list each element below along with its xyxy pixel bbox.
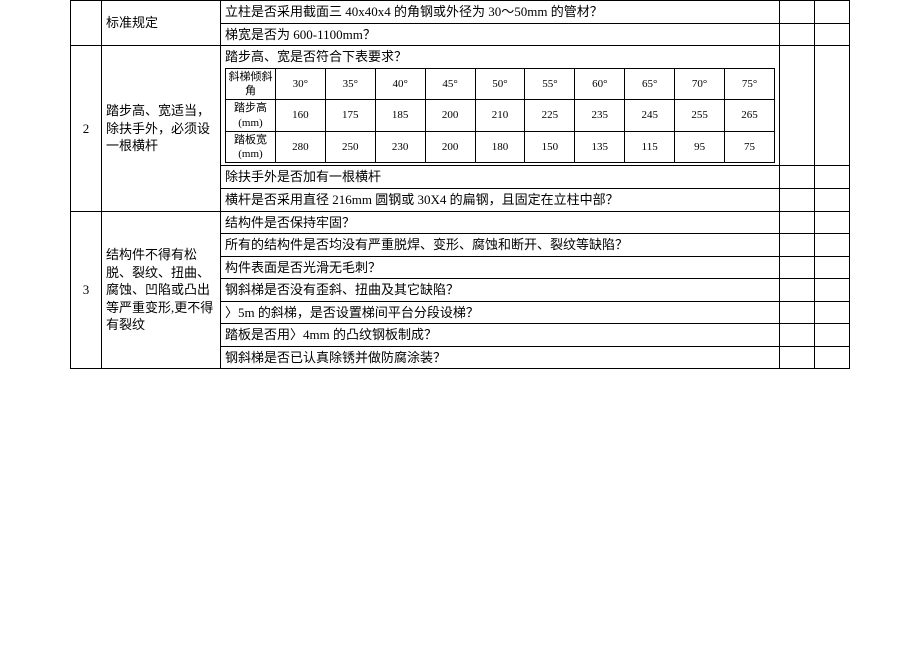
row3-q5-chk1 — [780, 301, 815, 324]
inner-height: 200 — [425, 100, 475, 132]
inner-angle: 35° — [325, 68, 375, 100]
inner-height: 160 — [275, 100, 325, 132]
row3-q1-chk1 — [780, 211, 815, 234]
table-row: 2 踏步高、宽适当，除扶手外，必须设一根横杆 踏步高、宽是否符合下表要求？ 斜梯… — [71, 46, 850, 166]
row3-q6: 踏板是否用〉4mm 的凸纹钢板制成？ — [221, 324, 780, 347]
row3-q1: 结构件是否保持牢固？ — [221, 211, 780, 234]
inner-width: 135 — [575, 131, 625, 163]
row3-q3: 构件表面是否光滑无毛刺？ — [221, 256, 780, 279]
row3-requirement: 结构件不得有松脱、裂纹、扭曲、腐蚀、凹陷或凸出等严重变形,更不得有裂纹 — [102, 211, 221, 369]
row3-q6-chk2 — [815, 324, 850, 347]
row3-index: 3 — [71, 211, 102, 369]
row3-q4: 钢斜梯是否没有歪斜、扭曲及其它缺陷？ — [221, 279, 780, 302]
row1-q1-chk2 — [815, 1, 850, 24]
inner-height: 210 — [475, 100, 525, 132]
inner-angle: 40° — [375, 68, 425, 100]
row3-q4-chk1 — [780, 279, 815, 302]
inner-height: 185 — [375, 100, 425, 132]
inner-height: 175 — [325, 100, 375, 132]
inner-height: 255 — [675, 100, 725, 132]
row3-q7-chk1 — [780, 346, 815, 369]
row3-q5: 〉5m 的斜梯，是否设置梯间平台分段设梯？ — [221, 301, 780, 324]
inner-height: 265 — [725, 100, 775, 132]
row1-q2-chk1 — [780, 23, 815, 46]
inner-width: 115 — [625, 131, 675, 163]
inner-angle: 55° — [525, 68, 575, 100]
inner-width: 75 — [725, 131, 775, 163]
table-row: 3 结构件不得有松脱、裂纹、扭曲、腐蚀、凹陷或凸出等严重变形,更不得有裂纹 结构… — [71, 211, 850, 234]
inner-width: 230 — [375, 131, 425, 163]
step-dimensions-table: 斜梯倾斜角 30° 35° 40° 45° 50° 55° 60° 65° 70… — [225, 68, 775, 164]
row3-q3-chk1 — [780, 256, 815, 279]
row1-q2: 梯宽是否为 600-1100mm？ — [221, 23, 780, 46]
inner-angle: 60° — [575, 68, 625, 100]
inner-width: 200 — [425, 131, 475, 163]
row3-q7-chk2 — [815, 346, 850, 369]
inner-angle: 70° — [675, 68, 725, 100]
inner-width: 180 — [475, 131, 525, 163]
row3-q5-chk2 — [815, 301, 850, 324]
row3-q3-chk2 — [815, 256, 850, 279]
inner-angle: 30° — [275, 68, 325, 100]
row2-qtop-chk1 — [780, 46, 815, 166]
row2-qb-chk1 — [780, 188, 815, 211]
row2-qb: 横杆是否采用直径 216mm 圆钢或 30X4 的扁钢，且固定在立柱中部？ — [221, 188, 780, 211]
inner-width: 150 — [525, 131, 575, 163]
row1-requirement: 标准规定 — [102, 1, 221, 46]
row2-qa-chk2 — [815, 166, 850, 189]
row3-q6-chk1 — [780, 324, 815, 347]
row3-q7: 钢斜梯是否已认真除锈并做防腐涂装？ — [221, 346, 780, 369]
inner-h3: 踏板宽(mm) — [226, 131, 276, 163]
inner-angle: 50° — [475, 68, 525, 100]
table-row: 标准规定 立柱是否采用截面三 40x40x4 的角钢或外径为 30～50mm 的… — [71, 1, 850, 24]
row1-q2-chk2 — [815, 23, 850, 46]
inner-angle: 75° — [725, 68, 775, 100]
row3-q4-chk2 — [815, 279, 850, 302]
inner-angle: 65° — [625, 68, 675, 100]
row3-q2-chk2 — [815, 234, 850, 257]
row2-qtop-cell: 踏步高、宽是否符合下表要求？ 斜梯倾斜角 30° 35° 40° 45° 50°… — [221, 46, 780, 166]
row3-q2-chk1 — [780, 234, 815, 257]
row2-requirement: 踏步高、宽适当，除扶手外，必须设一根横杆 — [102, 46, 221, 211]
inner-angle: 45° — [425, 68, 475, 100]
row2-qtop-chk2 — [815, 46, 850, 166]
inner-height: 245 — [625, 100, 675, 132]
row2-qa: 除扶手外是否加有一根横杆 — [221, 166, 780, 189]
inner-height: 235 — [575, 100, 625, 132]
inner-width: 95 — [675, 131, 725, 163]
row1-index — [71, 1, 102, 46]
inner-h1: 斜梯倾斜角 — [226, 68, 276, 100]
row2-qtop-text: 踏步高、宽是否符合下表要求？ — [225, 48, 775, 66]
row2-qa-chk1 — [780, 166, 815, 189]
inner-width: 250 — [325, 131, 375, 163]
inner-width: 280 — [275, 131, 325, 163]
row2-qb-chk2 — [815, 188, 850, 211]
row3-q2: 所有的结构件是否均没有严重脱焊、变形、腐蚀和断开、裂纹等缺陷？ — [221, 234, 780, 257]
row1-q1: 立柱是否采用截面三 40x40x4 的角钢或外径为 30～50mm 的管材？ — [221, 1, 780, 24]
row3-q1-chk2 — [815, 211, 850, 234]
inner-h2: 踏步高(mm) — [226, 100, 276, 132]
row1-q1-chk1 — [780, 1, 815, 24]
inner-height: 225 — [525, 100, 575, 132]
main-table: 标准规定 立柱是否采用截面三 40x40x4 的角钢或外径为 30～50mm 的… — [70, 0, 850, 369]
row2-index: 2 — [71, 46, 102, 211]
